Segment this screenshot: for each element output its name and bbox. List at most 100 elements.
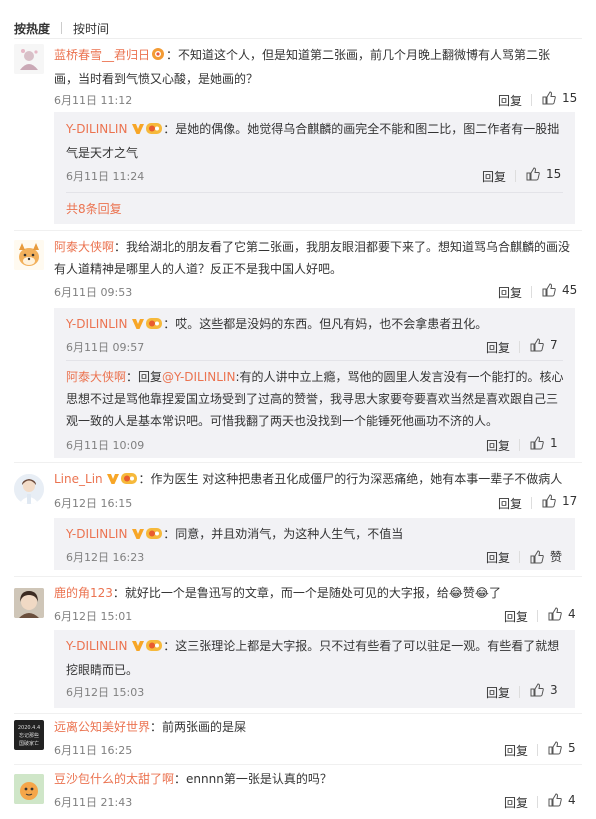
like-count: 4: [568, 793, 576, 807]
like-button[interactable]: 5: [548, 741, 576, 755]
reply-username[interactable]: Y-DILINLIN: [66, 122, 127, 136]
comment-username[interactable]: 蓝桥春雪__君归日: [54, 48, 150, 62]
fan-badge-icon: [145, 120, 163, 142]
tab-by-hot[interactable]: 按热度: [14, 20, 50, 37]
like-count: 17: [562, 494, 578, 508]
reply-username[interactable]: Y-DILINLIN: [66, 527, 127, 541]
reply-button[interactable]: 回复: [482, 168, 506, 185]
reply-button[interactable]: 回复: [486, 549, 510, 566]
comment-text: 豆沙包什么的太甜了啊：ennnn第一张是认真的吗？: [54, 772, 332, 786]
comment-date: 6月11日 16:25: [54, 744, 133, 757]
fan-badge-icon: [145, 637, 163, 659]
comment-date: 6月11日 11:12: [54, 94, 133, 107]
like-button[interactable]: 4: [548, 607, 576, 621]
reply-text: Y-DILINLIN ：这三张理论上都是大字报。只不过有些看了可以驻足一观。有些…: [66, 637, 560, 677]
reply-text: Y-DILINLIN ：哎。这些都是没妈的东西。但凡有妈，也不会拿患者丑化。: [66, 313, 571, 337]
like-count: 7: [550, 338, 558, 352]
reply-button[interactable]: 回复: [498, 495, 522, 512]
divider: [519, 341, 520, 353]
reply-button[interactable]: 回复: [504, 742, 528, 759]
like-button[interactable]: 1: [530, 436, 558, 450]
avatar[interactable]: [14, 474, 44, 504]
like-count: 45: [562, 283, 578, 297]
like-count: 3: [550, 683, 558, 697]
thumb-up-icon: [530, 549, 544, 563]
reply-text: Y-DILINLIN ：同意，并且劝消气，为这种人生气，不值当: [66, 523, 571, 547]
avatar[interactable]: [14, 240, 44, 270]
like-button[interactable]: 15: [542, 91, 577, 105]
thumb-up-icon: [548, 741, 562, 755]
divider: [531, 94, 532, 106]
divider: [531, 286, 532, 298]
like-count: 赞: [550, 550, 563, 564]
reply-button[interactable]: 回复: [486, 437, 510, 454]
like-button[interactable]: 15: [526, 167, 561, 181]
divider: [519, 686, 520, 698]
comment-text: 鹿的角123：就好比一个是鲁迅写的文章，而一个是随处可见的大字报，给😂赞😂了: [54, 586, 501, 600]
like-button[interactable]: 4: [548, 793, 576, 807]
reply-username[interactable]: Y-DILINLIN: [66, 317, 127, 331]
divider: [14, 462, 582, 463]
tab-by-time[interactable]: 按时间: [73, 20, 109, 37]
thumb-up-icon: [548, 607, 562, 621]
like-count: 1: [550, 436, 558, 450]
like-button[interactable]: 45: [542, 283, 577, 297]
comment-username[interactable]: Line_Lin: [54, 472, 103, 486]
thumb-up-icon: [542, 283, 556, 297]
avatar[interactable]: [14, 588, 44, 618]
reply-button[interactable]: 回复: [486, 684, 510, 701]
like-count: 5: [568, 741, 576, 755]
comment-item: 2020.4.4 忘记那些 国破家亡 远离公知美好世界：前两张画的是屎 6月11…: [14, 716, 582, 766]
avatar[interactable]: 2020.4.4 忘记那些 国破家亡: [14, 720, 44, 750]
divider: [537, 796, 538, 808]
reply-username[interactable]: 阿泰大侠啊: [66, 370, 126, 384]
comment-item: 豆沙包什么的太甜了啊：ennnn第一张是认真的吗？ 6月11日 21:43 回复…: [14, 768, 582, 816]
vip-v-icon: [131, 525, 145, 547]
like-button[interactable]: 赞: [530, 548, 562, 565]
reply-list: Y-DILINLIN ：这三张理论上都是大字报。只不过有些看了可以驻足一观。有些…: [54, 630, 575, 708]
reply-date: 6月11日 09:57: [66, 341, 145, 354]
reply-username[interactable]: Y-DILINLIN: [66, 639, 127, 653]
avatar[interactable]: [14, 774, 44, 804]
comment-date: 6月11日 21:43: [54, 796, 133, 809]
vip-v-icon: [106, 470, 120, 492]
like-button[interactable]: 3: [530, 683, 558, 697]
avatar[interactable]: [14, 44, 44, 74]
reply-list: Y-DILINLIN ：是她的偶像。她觉得乌合麒麟的画完全不能和图二比，图二作者…: [54, 112, 575, 224]
reply-list: Y-DILINLIN ：哎。这些都是没妈的东西。但凡有妈，也不会拿患者丑化。 6…: [54, 308, 575, 458]
reply-text: Y-DILINLIN ：是她的偶像。她觉得乌合麒麟的画完全不能和图二比，图二作者…: [66, 120, 560, 160]
reply-date: 6月12日 15:03: [66, 686, 145, 699]
reply-button[interactable]: 回复: [486, 339, 510, 356]
reply-date: 6月12日 16:23: [66, 551, 145, 564]
comment-username[interactable]: 豆沙包什么的太甜了啊: [54, 772, 174, 786]
divider: [537, 744, 538, 756]
divider: [14, 230, 582, 231]
reply-button[interactable]: 回复: [498, 284, 522, 301]
comment-date: 6月12日 16:15: [54, 497, 133, 510]
comment-username[interactable]: 远离公知美好世界: [54, 720, 150, 734]
fan-badge-icon: [145, 315, 163, 337]
thumb-up-icon: [542, 91, 556, 105]
vip-v-icon: [131, 315, 145, 337]
like-button[interactable]: 7: [530, 338, 558, 352]
like-button[interactable]: 17: [542, 494, 577, 508]
more-replies-link[interactable]: 共8条回复: [66, 200, 122, 217]
comment-date: 6月11日 09:53: [54, 286, 133, 299]
thumb-up-icon: [530, 338, 544, 352]
reply-button[interactable]: 回复: [498, 92, 522, 109]
comment-text: Line_Lin ：作为医生 对这种把患者丑化成僵尸的行为深恶痛绝，她有本事一辈…: [54, 468, 574, 492]
reply-button[interactable]: 回复: [504, 608, 528, 625]
comment-username[interactable]: 阿泰大侠啊: [54, 240, 114, 254]
divider: [14, 713, 582, 714]
thumb-up-icon: [526, 167, 540, 181]
thumb-up-icon: [542, 494, 556, 508]
comment-username[interactable]: 鹿的角123: [54, 586, 113, 600]
fan-badge-icon: [145, 525, 163, 547]
divider: [515, 170, 516, 182]
vip-v-icon: [131, 120, 145, 142]
divider: [531, 497, 532, 509]
divider: [66, 360, 563, 361]
reply-button[interactable]: 回复: [504, 794, 528, 811]
reply-date: 6月11日 11:24: [66, 170, 145, 183]
mention-link[interactable]: @Y-DILINLIN: [162, 370, 235, 384]
